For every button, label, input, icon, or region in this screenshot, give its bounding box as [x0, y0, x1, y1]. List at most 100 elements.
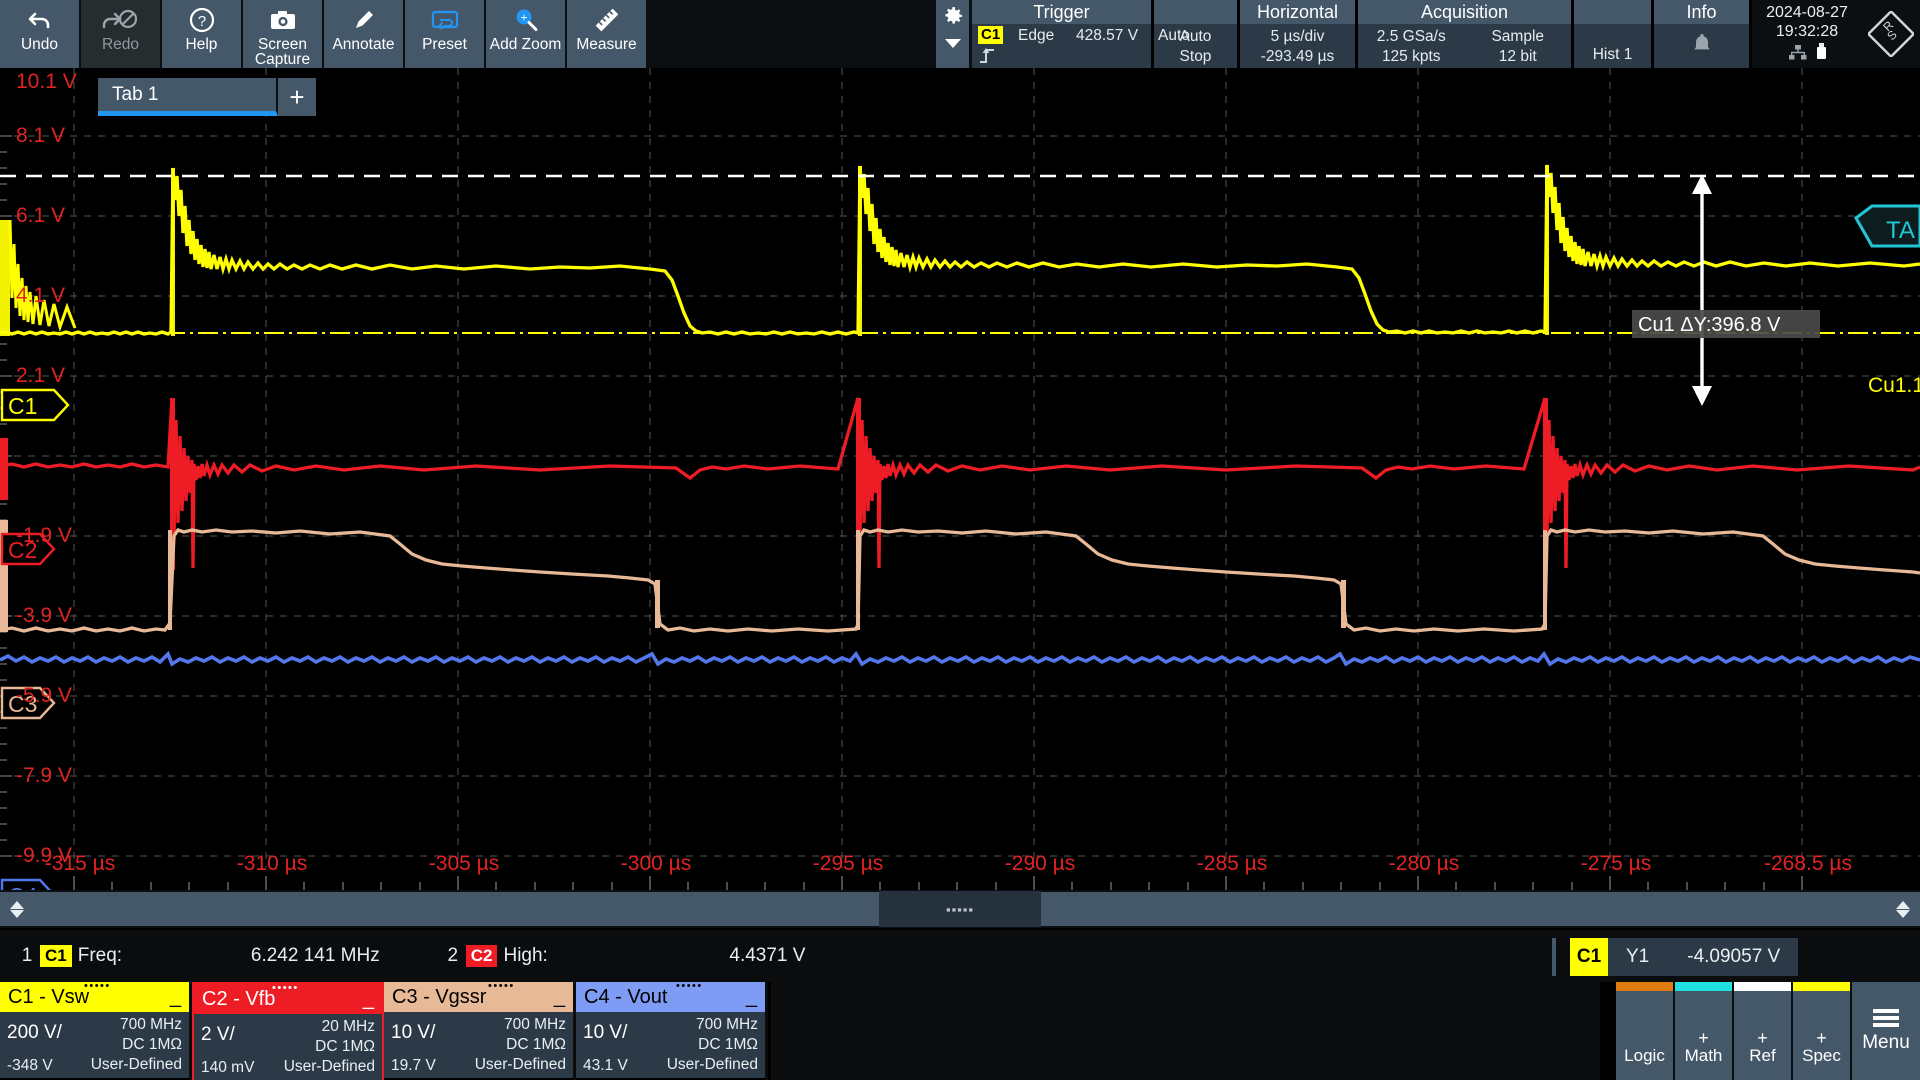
cursor-readout-name: Y1	[1626, 946, 1650, 967]
camera-icon	[269, 5, 297, 35]
measurement-2-channel: C2	[465, 945, 498, 967]
measure-button[interactable]: Measure	[567, 0, 648, 68]
spec-button[interactable]: + Spec	[1793, 982, 1852, 1080]
spec-color-bar	[1793, 982, 1850, 991]
splitter-arrows-left[interactable]	[0, 900, 34, 918]
redo-label: Redo	[101, 36, 140, 53]
undo-button[interactable]: Undo	[0, 0, 81, 68]
measurement-2-value: 4.4371 V	[729, 945, 806, 966]
x-axis-label: -275 µs	[1581, 852, 1651, 875]
preset-icon	[430, 5, 460, 35]
menu-button[interactable]: Menu	[1852, 982, 1920, 1080]
tab-1[interactable]: Tab 1	[98, 78, 278, 116]
channel-c2-dots-icon: •••••	[272, 982, 299, 994]
svg-text:C4: C4	[8, 883, 38, 890]
channel-c4-scale: 10 V/	[583, 1022, 628, 1043]
channel-c1-minimize-icon[interactable]: _	[170, 986, 181, 1009]
channel-c4-offset: 43.1 V	[583, 1057, 628, 1074]
rising-edge-icon	[978, 46, 998, 69]
acquisition-points: 125 kpts	[1381, 47, 1441, 65]
channel-c4-probe: User-Defined	[666, 1056, 758, 1073]
x-axis-label: -290 µs	[1005, 852, 1075, 875]
channel-c4-coupling: DC 1MΩ	[698, 1036, 758, 1053]
spec-label: Spec	[1802, 1046, 1841, 1065]
splitter-up-icon[interactable]	[10, 900, 24, 909]
chevron-down-icon[interactable]	[943, 36, 963, 55]
annotate-label: Annotate	[332, 36, 395, 53]
channel-c3-probe: User-Defined	[474, 1056, 566, 1073]
math-button[interactable]: + Math	[1675, 982, 1734, 1080]
screen-capture-button[interactable]: Screen Capture	[243, 0, 324, 68]
splitter-up-icon-right[interactable]	[1896, 900, 1910, 909]
spec-plus: +	[1816, 1028, 1827, 1048]
measurement-2[interactable]: 2 C2 High: 4.4371 V	[440, 945, 806, 967]
channel-c2-probe: User-Defined	[283, 1058, 375, 1075]
add-zoom-button[interactable]: + Add Zoom	[486, 0, 567, 68]
rohde-schwarz-logo: RS	[1862, 0, 1920, 68]
channel-marker-c1[interactable]: C1	[0, 388, 70, 422]
trigger-title: Trigger	[972, 0, 1151, 24]
measurement-1-index: 1	[21, 945, 33, 966]
horizontal-panel[interactable]: Horizontal 5 µs/div -293.49 µs	[1240, 0, 1358, 68]
help-button[interactable]: ? Help	[162, 0, 243, 68]
redo-button[interactable]: Redo	[81, 0, 162, 68]
channel-box-c4[interactable]: C4 - Vout ••••• _ 10 V/ 43.1 V 700 MHz D…	[576, 980, 768, 1080]
history-panel[interactable]: Hist 1	[1574, 0, 1654, 68]
cursor-readout-value: -4.09057 V	[1687, 946, 1781, 967]
channel-c1-title: C1 - Vsw	[8, 985, 90, 1008]
annotate-button[interactable]: Annotate	[324, 0, 405, 68]
channel-c4-minimize-icon[interactable]: _	[746, 986, 757, 1009]
preset-label: Preset	[422, 36, 467, 53]
y-axis-label: -7.9 V	[16, 764, 72, 787]
hamburger-icon	[1873, 1008, 1899, 1027]
y-axis-label: 4.1 V	[16, 284, 65, 307]
horizontal-title: Horizontal	[1240, 0, 1355, 24]
preset-button[interactable]: Preset	[405, 0, 486, 68]
measurement-1-name: Freq:	[77, 945, 123, 966]
trigger-state-value: Stop	[1179, 47, 1212, 65]
add-tab-button[interactable]: +	[278, 78, 316, 116]
info-panel[interactable]: Info	[1654, 0, 1752, 68]
splitter-down-icon[interactable]	[10, 909, 24, 918]
channel-c3-dots-icon: •••••	[488, 980, 515, 992]
datetime-panel: 2024-08-27 19:32:28	[1752, 0, 1862, 68]
trigger-panel[interactable]: Trigger C1 Edge 428.57 V Auto	[972, 0, 1190, 69]
channel-box-c2[interactable]: C2 - Vfb ••••• _ 2 V/ 140 mV 20 MHz DC 1…	[192, 982, 384, 1080]
screen-capture-label: Screen Capture	[254, 36, 311, 68]
svg-text:C1: C1	[8, 393, 37, 419]
channel-c2-minimize-icon[interactable]: _	[363, 988, 374, 1011]
channel-c3-minimize-icon[interactable]: _	[554, 986, 565, 1009]
measurement-1-channel: C1	[40, 945, 72, 967]
cursor-readout[interactable]: C1 Y1 -4.09057 V	[1552, 938, 1799, 976]
channel-c2-offset: 140 mV	[201, 1059, 255, 1076]
logic-button[interactable]: Logic	[1616, 982, 1675, 1080]
acquisition-panel[interactable]: Acquisition 2.5 GSa/s 125 kpts Sample 12…	[1358, 0, 1574, 68]
y-axis-label: 6.1 V	[16, 204, 65, 227]
math-label: Math	[1684, 1046, 1723, 1065]
trigger-channel-badge[interactable]: C1	[978, 26, 1004, 44]
channel-c4-dots-icon: •••••	[676, 980, 703, 992]
measurement-1[interactable]: 1 C1 Freq: 6.242 141 MHz	[14, 945, 380, 967]
y-axis-label: 2.1 V	[16, 364, 65, 387]
trigger-settings-column[interactable]	[936, 0, 972, 68]
toolbar-spacer	[648, 0, 936, 68]
pencil-icon	[351, 5, 377, 35]
splitter-down-icon-right[interactable]	[1896, 909, 1910, 918]
cursor-line-label: Cu1.1	[1868, 374, 1920, 397]
channel-c1-coupling: DC 1MΩ	[122, 1036, 182, 1053]
waveform-canvas[interactable]: Cu1 ΔY:396.8 V Cu1.1 TA C1 C2 C3 10.1 V8…	[0, 68, 1920, 890]
network-icon	[1788, 44, 1808, 65]
channel-box-c1[interactable]: C1 - Vsw ••••• _ 200 V/ -348 V 700 MHz D…	[0, 980, 192, 1080]
panel-splitter[interactable]: ▪▪▪▪▪	[0, 890, 1920, 928]
bottom-filler	[771, 982, 1600, 1080]
splitter-grip[interactable]: ▪▪▪▪▪	[879, 891, 1041, 927]
channel-box-c3[interactable]: C3 - Vgssr ••••• _ 10 V/ 19.7 V 700 MHz …	[384, 980, 576, 1080]
gear-icon[interactable]	[941, 4, 965, 33]
acquisition-resolution: 12 bit	[1498, 47, 1537, 65]
horizontal-position: -293.49 µs	[1260, 47, 1335, 65]
undo-label: Undo	[20, 36, 59, 53]
splitter-arrows-right[interactable]	[1886, 900, 1920, 918]
waveform-plot[interactable]: Cu1 ΔY:396.8 V Cu1.1 TA C1 C2 C3 10.1 V …	[0, 68, 1920, 890]
ref-button[interactable]: + Ref	[1734, 982, 1793, 1080]
bell-icon[interactable]	[1689, 31, 1715, 62]
